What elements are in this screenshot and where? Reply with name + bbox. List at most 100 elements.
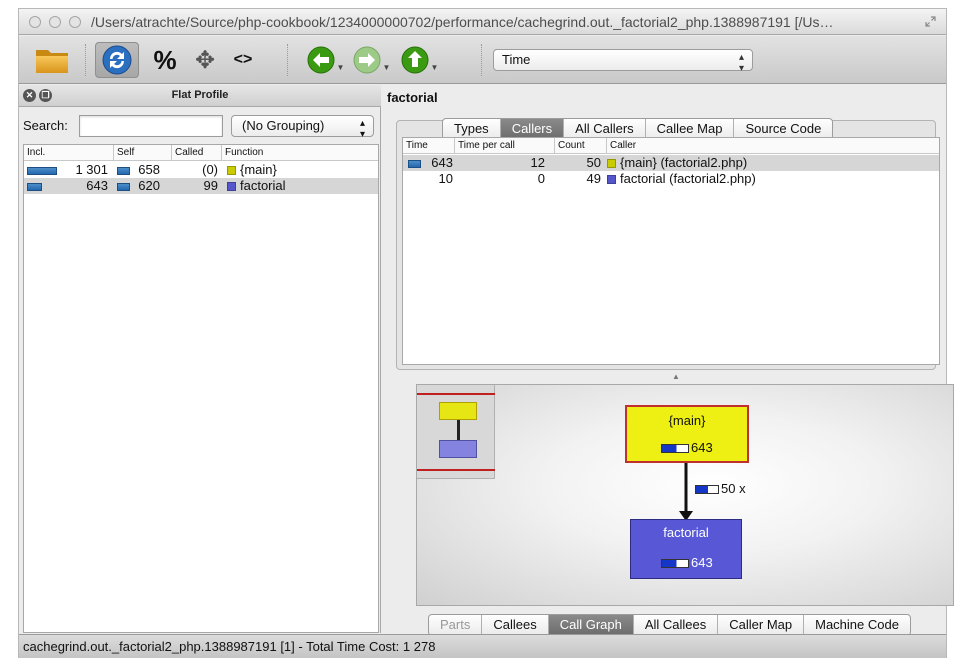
tab-types[interactable]: Types bbox=[443, 119, 501, 139]
caller-cell: {main} (factorial2.php) bbox=[607, 155, 747, 171]
flat-profile-panel: ✕ ❐ Flat Profile Search: (No Grouping) ▴… bbox=[19, 85, 381, 633]
shorten-button[interactable]: ✥ bbox=[187, 42, 223, 78]
grouping-value: (No Grouping) bbox=[242, 118, 325, 133]
kcachegrind-window: /Users/atrachte/Source/php-cookbook/1234… bbox=[18, 8, 954, 658]
flat-profile-title: Flat Profile bbox=[171, 89, 229, 101]
caller-cell: factorial (factorial2.php) bbox=[607, 171, 756, 187]
tab-source-code[interactable]: Source Code bbox=[734, 119, 832, 139]
column-self[interactable]: Self bbox=[114, 145, 172, 161]
cycle-detection-button[interactable]: <> bbox=[225, 42, 261, 78]
inclusive-cost-bar bbox=[27, 183, 42, 191]
tab-all-callees[interactable]: All Callees bbox=[634, 615, 719, 635]
up-button[interactable]: ▼ bbox=[397, 42, 441, 78]
up-dropdown-icon[interactable]: ▼ bbox=[431, 63, 439, 72]
arrow-up-icon bbox=[401, 46, 429, 74]
grouping-select[interactable]: (No Grouping) ▴ ▾ bbox=[231, 115, 374, 140]
call-edge-label: 50 x bbox=[695, 481, 765, 497]
graph-node-factorial[interactable]: factorial 643 bbox=[630, 519, 742, 579]
function-cell: {main} bbox=[227, 162, 277, 178]
back-dropdown-icon[interactable]: ▼ bbox=[337, 63, 345, 72]
callers-table-header: Time Time per call Count Caller bbox=[403, 138, 939, 154]
arrow-right-icon bbox=[353, 46, 381, 74]
folder-icon bbox=[36, 50, 68, 73]
tab-callee-map[interactable]: Callee Map bbox=[646, 119, 735, 139]
table-row[interactable]: 643 12 50 {main} (factorial2.php) bbox=[403, 155, 939, 171]
cost-bar bbox=[661, 559, 689, 568]
forward-dropdown-icon[interactable]: ▼ bbox=[383, 63, 391, 72]
graph-node-main-cost: 643 bbox=[691, 440, 713, 455]
updown-arrow-icon: ▴ ▾ bbox=[359, 118, 365, 140]
time-cell: 643 bbox=[431, 155, 453, 170]
column-time-per-call[interactable]: Time per call bbox=[455, 138, 555, 154]
self-cell: 620 bbox=[138, 178, 160, 193]
called-cell: (0) bbox=[202, 162, 218, 177]
reload-icon bbox=[102, 45, 132, 75]
event-type-select[interactable]: Time ▴ ▾ bbox=[493, 49, 753, 74]
called-cell: 99 bbox=[203, 178, 218, 193]
bottom-tabs: Parts Callees Call Graph All Callees Caller … bbox=[428, 614, 911, 636]
table-row[interactable]: 1 301 658 (0) {main} bbox=[24, 162, 378, 178]
self-cost-bar bbox=[117, 167, 130, 175]
reload-button[interactable] bbox=[95, 42, 139, 78]
count-cell: 50 bbox=[586, 155, 601, 170]
graph-node-factorial-label: factorial bbox=[663, 525, 709, 540]
tab-callees[interactable]: Callees bbox=[482, 615, 549, 635]
forward-button[interactable]: ▼ bbox=[349, 42, 393, 78]
event-type-value: Time bbox=[502, 52, 531, 67]
title-bar: /Users/atrachte/Source/php-cookbook/1234… bbox=[19, 9, 946, 35]
fullscreen-icon[interactable] bbox=[925, 16, 936, 27]
tab-call-graph[interactable]: Call Graph bbox=[548, 615, 634, 635]
tab-parts[interactable]: Parts bbox=[429, 615, 483, 635]
edge-count: 50 x bbox=[721, 481, 746, 496]
minimize-window-button[interactable] bbox=[49, 16, 61, 28]
edge-cost-bar bbox=[695, 485, 719, 494]
function-color-icon bbox=[607, 159, 616, 168]
incl-cell: 643 bbox=[86, 178, 108, 193]
time-per-call-cell: 0 bbox=[537, 171, 545, 186]
table-row[interactable]: 643 620 99 factorial bbox=[24, 178, 378, 194]
search-label: Search: bbox=[23, 118, 68, 133]
column-called[interactable]: Called bbox=[172, 145, 222, 161]
time-cell: 10 bbox=[438, 171, 453, 186]
count-cell: 49 bbox=[586, 171, 601, 186]
close-window-button[interactable] bbox=[29, 16, 41, 28]
function-cell: factorial bbox=[227, 178, 286, 194]
back-button[interactable]: ▼ bbox=[303, 42, 347, 78]
column-caller[interactable]: Caller bbox=[607, 138, 939, 154]
call-graph-view: {main} 643 50 x factorial 643 bbox=[416, 384, 954, 606]
flat-profile-header: ✕ ❐ Flat Profile bbox=[19, 85, 381, 107]
flat-profile-table: Incl. Self Called Function 1 301 658 (0) {m… bbox=[23, 144, 379, 633]
cost-bar bbox=[661, 444, 689, 453]
open-button[interactable] bbox=[29, 42, 75, 78]
detail-panel: factorial Types Callers All Callers Callee … bbox=[382, 85, 954, 636]
tab-caller-map[interactable]: Caller Map bbox=[718, 615, 805, 635]
self-cost-bar bbox=[117, 183, 130, 191]
status-bar: cachegrind.out._factorial2_php.138898719… bbox=[19, 634, 946, 658]
column-function[interactable]: Function bbox=[222, 145, 378, 161]
graph-node-factorial-cost: 643 bbox=[691, 555, 713, 570]
function-color-icon bbox=[227, 182, 236, 191]
time-cost-bar bbox=[408, 160, 421, 168]
incl-cell: 1 301 bbox=[75, 162, 108, 177]
relative-percent-button[interactable]: % bbox=[147, 42, 183, 78]
tab-callers[interactable]: Callers bbox=[500, 119, 565, 139]
graph-node-main[interactable]: {main} 643 bbox=[625, 405, 749, 463]
splitter-handle[interactable]: ▲ bbox=[672, 372, 680, 381]
graph-node-main-label: {main} bbox=[668, 413, 706, 428]
column-incl[interactable]: Incl. bbox=[24, 145, 114, 161]
column-time[interactable]: Time bbox=[403, 138, 455, 154]
toolbar: % ✥ <> ▼ ▼ ▼ Time ▴ ▾ bbox=[19, 36, 946, 84]
search-input[interactable] bbox=[79, 115, 223, 137]
self-cell: 658 bbox=[138, 162, 160, 177]
callers-table: Time Time per call Count Caller 643 12 50 {… bbox=[402, 137, 940, 365]
zoom-window-button[interactable] bbox=[69, 16, 81, 28]
selected-function-title: factorial bbox=[387, 90, 438, 105]
function-color-icon bbox=[227, 166, 236, 175]
flat-profile-table-header: Incl. Self Called Function bbox=[24, 145, 378, 161]
column-count[interactable]: Count bbox=[555, 138, 607, 154]
tab-machine-code[interactable]: Machine Code bbox=[804, 615, 910, 635]
table-row[interactable]: 10 0 49 factorial (factorial2.php) bbox=[403, 171, 939, 187]
time-per-call-cell: 12 bbox=[530, 155, 545, 170]
tab-all-callers[interactable]: All Callers bbox=[564, 119, 646, 139]
updown-arrow-icon: ▴ ▾ bbox=[738, 52, 744, 74]
